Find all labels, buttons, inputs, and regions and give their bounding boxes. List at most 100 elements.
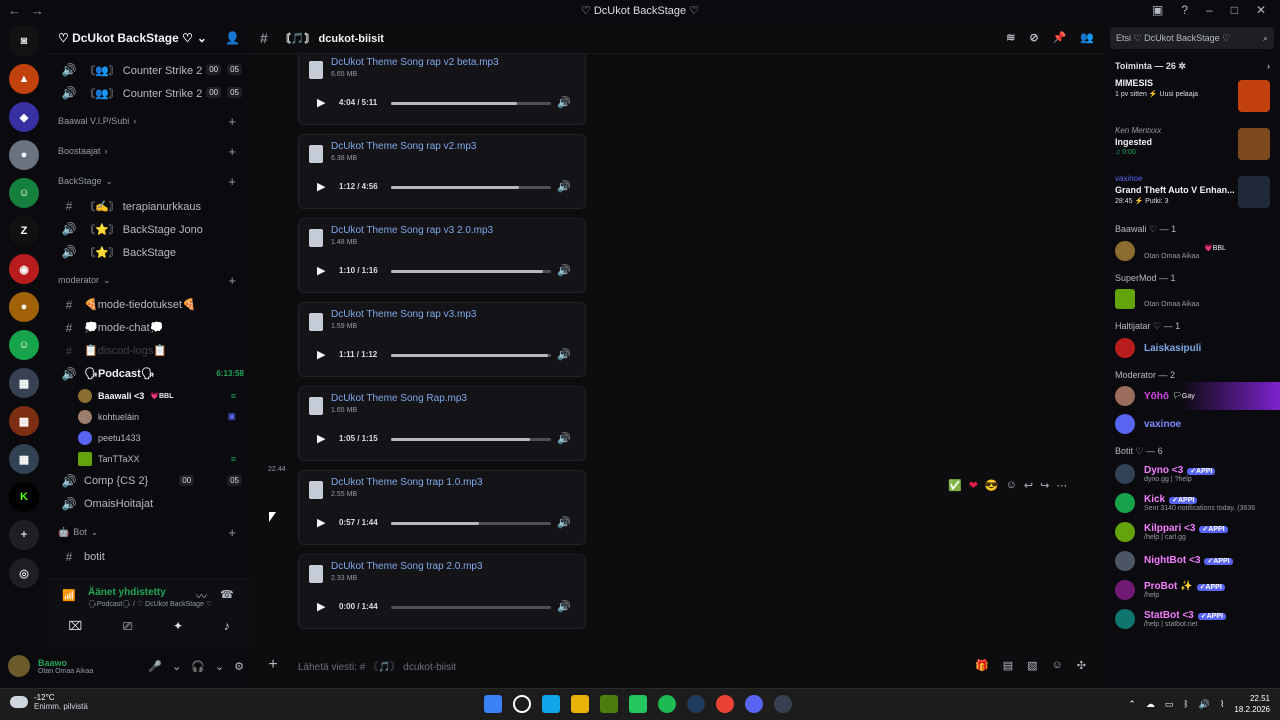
text-channel-terapianurkkaus[interactable]: # 〘✍〙 terapianurkkaus — [54, 194, 244, 217]
server-icon-1[interactable]: ▲ — [9, 64, 39, 94]
member-list-icon[interactable]: 👥 — [1080, 31, 1094, 44]
play-icon[interactable]: ▶ — [317, 180, 325, 193]
server-icon-11[interactable]: ▦ — [9, 444, 39, 474]
disconnect-icon[interactable]: ☎ — [220, 588, 234, 601]
user-info[interactable]: Baawo Otan Omaa Aikaa — [38, 658, 93, 675]
member-bot-probot[interactable]: ProBot ✨ ✓APPI /help — [1115, 575, 1280, 604]
activity-card[interactable]: Ken Mentxxx Ingested ♫ 0:00 — [1115, 126, 1270, 168]
inbox-icon[interactable]: ▣ — [1152, 3, 1163, 17]
headphones-icon[interactable]: 🎧 — [191, 660, 205, 673]
add-channel-icon[interactable]: + — [228, 114, 236, 129]
file-explorer-icon[interactable] — [571, 695, 589, 713]
seek-bar[interactable] — [391, 186, 551, 189]
server-icon-zero[interactable]: Z — [9, 216, 39, 246]
server-icon-6[interactable]: ◉ — [9, 254, 39, 284]
member-yoho[interactable]: Yōhō 🏳Gay — [1115, 382, 1280, 410]
member-supermod[interactable]: Otan Omaa Aikaa — [1115, 285, 1280, 313]
seek-bar[interactable] — [391, 606, 551, 609]
help-icon[interactable]: ? — [1181, 3, 1188, 17]
voice-channel-backstage[interactable]: 🔊 〘⭐〙 BackStage — [54, 240, 244, 263]
server-icon-9[interactable]: ▦ — [9, 368, 39, 398]
steam-icon[interactable] — [687, 695, 705, 713]
file-name-link[interactable]: DcUkot Theme Song rap v2.mp3 — [331, 141, 476, 152]
file-name-link[interactable]: DcUkot Theme Song rap v2 beta.mp3 — [331, 57, 499, 68]
discover-icon[interactable]: ◎ — [9, 558, 39, 588]
avatar[interactable] — [8, 655, 30, 677]
volume-icon[interactable]: 🔊 — [557, 432, 571, 445]
gif-icon[interactable]: ▤ — [1003, 659, 1013, 672]
member-bot-dyno[interactable]: Dyno <3 ✓APPI dyno.gg | ?help — [1115, 459, 1280, 488]
text-channel-discod-logs[interactable]: # 📋discod-logs📋 — [54, 339, 244, 362]
chrome-icon[interactable] — [716, 695, 734, 713]
search-icon[interactable] — [513, 695, 531, 713]
minecraft-icon[interactable] — [600, 695, 618, 713]
voice-user-kohtuelain[interactable]: kohtuelàin ▣ — [54, 406, 244, 427]
play-icon[interactable]: ▶ — [317, 432, 325, 445]
volume-icon[interactable]: 🔊 — [557, 348, 571, 361]
play-icon[interactable]: ▶ — [317, 600, 325, 613]
clock[interactable]: 22.51 18.2.2026 — [1234, 693, 1270, 715]
chevron-down-icon[interactable]: ⌄ — [215, 660, 224, 673]
nvidia-icon[interactable] — [629, 695, 647, 713]
category-boosters[interactable]: Boostaajat › + — [54, 138, 244, 164]
server-icon-8[interactable]: ☺ — [9, 330, 39, 360]
check-reaction-icon[interactable]: ✅ — [948, 479, 962, 492]
discord-home-icon[interactable]: ◙ — [9, 26, 39, 56]
server-icon-kick[interactable]: K — [9, 482, 39, 512]
add-channel-icon[interactable]: + — [228, 525, 236, 540]
member-vaxinoe[interactable]: vaxinoe — [1115, 410, 1280, 438]
battery-icon[interactable]: ▭ — [1165, 699, 1174, 710]
play-icon[interactable]: ▶ — [317, 516, 325, 529]
file-name-link[interactable]: DcUkot Theme Song rap v3.mp3 — [331, 309, 476, 320]
voice-channel-podcast[interactable]: 🔊 🗣Podcast🗣 6:13:58 — [54, 362, 244, 385]
server-icon-4[interactable]: ☺ — [9, 178, 39, 208]
member-bot-statbot[interactable]: StatBot <3 ✓APPI /help | statbot.net — [1115, 604, 1280, 633]
forward-icon[interactable]: ↪ — [1040, 479, 1049, 492]
camera-off-icon[interactable]: ⌧ — [68, 619, 82, 634]
server-icon-2[interactable]: ◆ — [9, 102, 39, 132]
activities-icon[interactable]: ✦ — [173, 619, 183, 634]
app-icon[interactable] — [774, 695, 792, 713]
message-input[interactable]: Lähetä viesti: # 〘🎵〙 dcukot-biisit — [298, 658, 456, 673]
activity-header[interactable]: Toiminta — 26 ✲ › — [1115, 61, 1270, 72]
voice-channel-backstage-jono[interactable]: 🔊 〘⭐〙 BackStage Jono — [54, 217, 244, 240]
server-icon-7[interactable]: ● — [9, 292, 39, 322]
microphone-icon[interactable]: 🎤 — [148, 660, 162, 673]
sticker-icon[interactable]: ▧ — [1027, 659, 1037, 672]
server-header[interactable]: ♡ DcUkot BackStage ♡ ⌄ 👤 — [48, 22, 250, 54]
network-icon[interactable]: ⌇ — [1220, 699, 1224, 710]
gallery-app-icon[interactable] — [542, 695, 560, 713]
seek-bar[interactable] — [391, 354, 551, 357]
chevron-down-icon[interactable]: ⌄ — [172, 660, 181, 673]
member-bot-kilppari[interactable]: Kilppari <3 ✓APPI /help | carl.gg — [1115, 517, 1280, 546]
minimize-icon[interactable]: – — [1206, 3, 1213, 17]
add-channel-icon[interactable]: + — [228, 144, 236, 159]
seek-bar[interactable] — [391, 438, 551, 441]
voice-channel-comp[interactable]: 🔊 Comp {CS 2} 00 05 — [54, 469, 244, 492]
apps-icon[interactable]: ✣ — [1077, 659, 1086, 672]
voice-channel-cs2-b[interactable]: 🔊 〘👥〙 Counter Strike 2 00 05 — [54, 81, 244, 104]
add-reaction-icon[interactable]: ☺ — [1006, 479, 1017, 491]
more-options-icon[interactable]: ⋯ — [1056, 479, 1067, 492]
emoji-icon[interactable]: ☺ — [1052, 659, 1063, 672]
discord-app-icon[interactable] — [745, 695, 763, 713]
reply-icon[interactable]: ↩ — [1024, 479, 1033, 492]
volume-icon[interactable]: 🔊 — [557, 600, 571, 613]
seek-bar[interactable] — [391, 270, 551, 273]
category-moderator[interactable]: moderator ⌄ + — [54, 267, 244, 293]
notification-off-icon[interactable]: ⊘ — [1029, 31, 1038, 44]
volume-icon[interactable]: 🔊 — [557, 96, 571, 109]
add-server-icon[interactable]: + — [9, 520, 39, 550]
search-input[interactable]: Etsi ♡ DcUkot BackStage ♡ ⌕ — [1110, 27, 1274, 49]
voice-user-peetu1433[interactable]: peetu1433 — [54, 427, 244, 448]
voice-location[interactable]: 🗣Podcast🗣 / ♡ DcUkot BackStage ♡ — [88, 600, 212, 608]
upload-plus-icon[interactable]: + — [258, 656, 288, 674]
activity-card[interactable]: MIMESIS 1 pv sitten ⚡ Uusi pelaaja — [1115, 78, 1270, 120]
file-name-link[interactable]: DcUkot Theme Song rap v3 2.0.mp3 — [331, 225, 493, 236]
chevron-up-icon[interactable]: ⌃ — [1128, 699, 1136, 710]
text-channel-mode-chat[interactable]: # 💭mode-chat💭 — [54, 316, 244, 339]
invite-people-icon[interactable]: 👤 — [225, 31, 240, 45]
category-backstage[interactable]: BackStage ⌄ + — [54, 168, 244, 194]
member-laiskasipuli[interactable]: Laiskasipuli — [1115, 334, 1280, 362]
volume-icon[interactable]: 🔊 — [557, 180, 571, 193]
